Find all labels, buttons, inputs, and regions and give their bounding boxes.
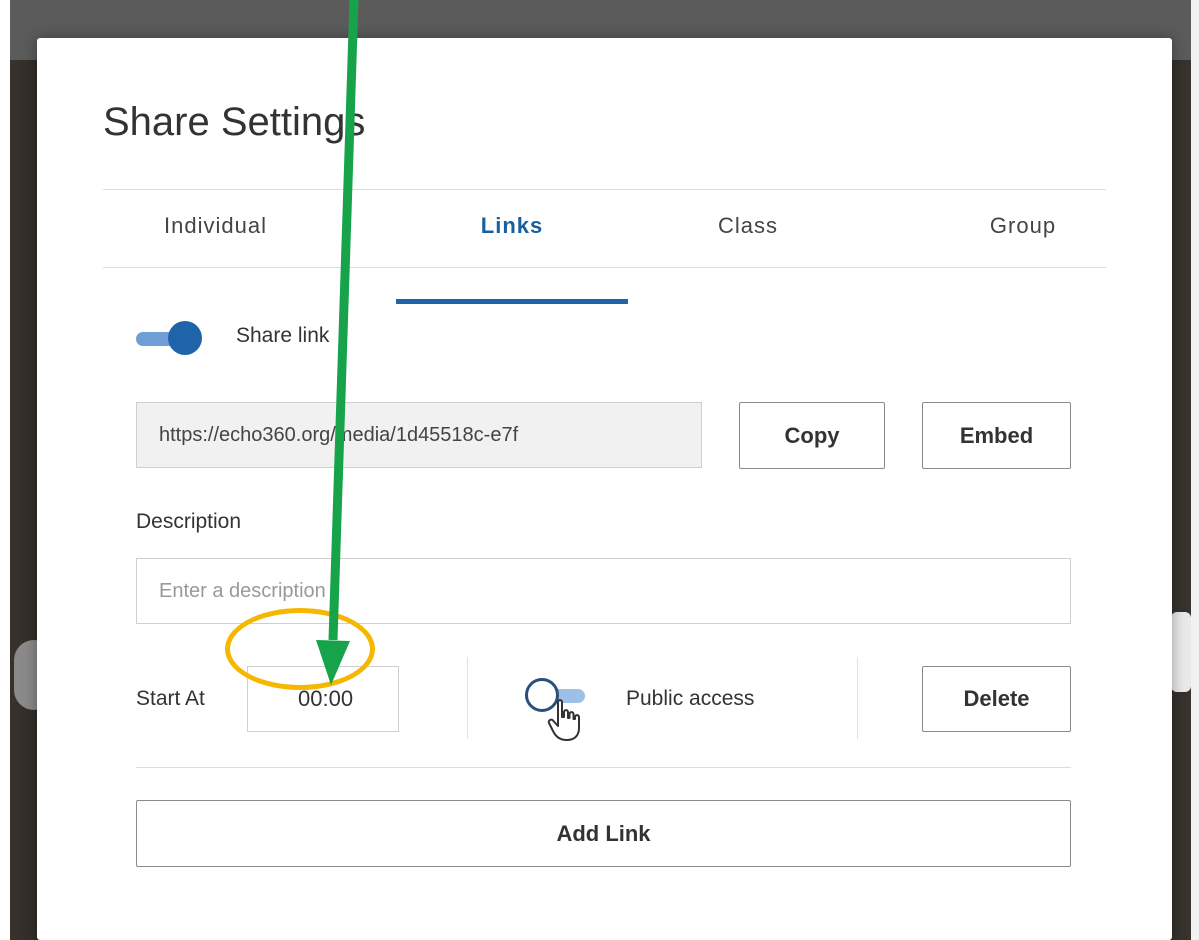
share-link-toggle-knob	[168, 321, 202, 355]
add-link-button[interactable]: Add Link	[136, 800, 1071, 867]
start-at-highlight-ellipse	[225, 608, 375, 690]
share-link-toggle[interactable]	[136, 321, 208, 357]
tab-group[interactable]: Group	[943, 190, 1103, 268]
hand-pointer-icon	[547, 699, 580, 741]
row-separator-1	[467, 657, 468, 739]
tab-individual[interactable]: Individual	[103, 190, 328, 268]
embed-button[interactable]: Embed	[922, 402, 1071, 469]
section-divider	[136, 767, 1071, 768]
tab-class[interactable]: Class	[693, 190, 803, 268]
active-tab-indicator	[396, 299, 628, 304]
public-access-label: Public access	[626, 687, 755, 710]
delete-button[interactable]: Delete	[922, 666, 1071, 732]
copy-button[interactable]: Copy	[739, 402, 885, 469]
share-url-field[interactable]: https://echo360.org/media/1d45518c-e7f	[136, 402, 702, 468]
screen-edge-left	[0, 0, 10, 940]
row-separator-2	[857, 657, 858, 739]
description-label: Description	[136, 510, 242, 533]
tabs-divider	[103, 267, 1106, 268]
background-shape-right	[1171, 612, 1191, 692]
start-at-label: Start At	[136, 687, 205, 710]
share-tabs: Individual Links Class Group	[103, 190, 1106, 304]
share-link-label: Share link	[236, 324, 330, 347]
screen-edge-right	[1191, 0, 1199, 940]
tab-links[interactable]: Links	[396, 190, 628, 268]
dialog-title: Share Settings	[103, 100, 366, 144]
share-settings-dialog: Share Settings Individual Links Class Gr…	[37, 38, 1172, 940]
